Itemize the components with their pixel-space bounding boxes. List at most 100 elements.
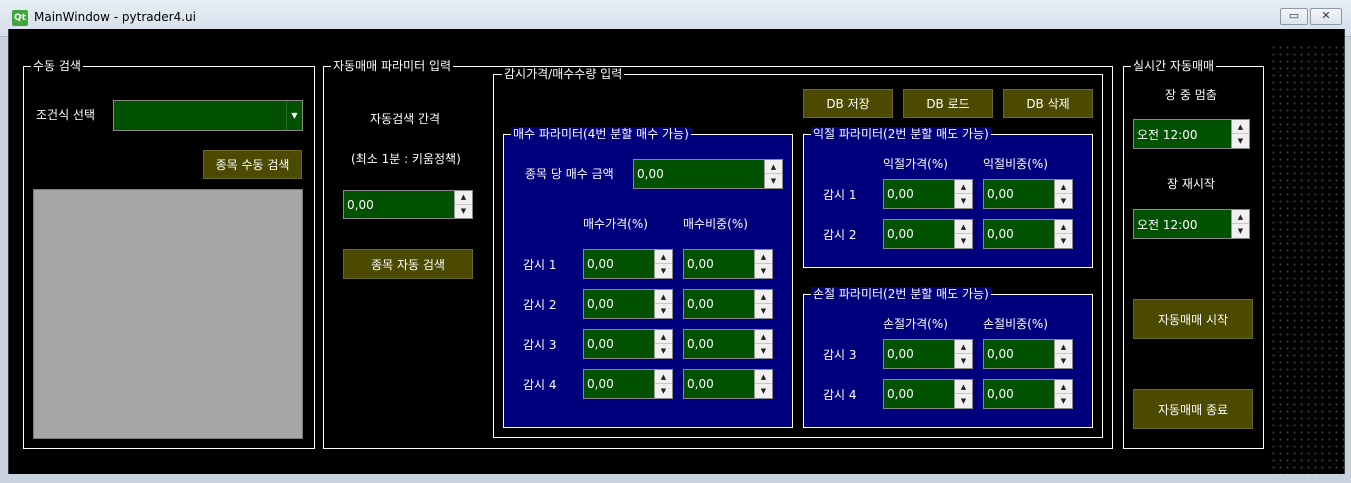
- chevron-down-icon[interactable]: ▼: [286, 101, 302, 130]
- spin-up-icon[interactable]: ▲: [1055, 220, 1072, 234]
- profit-row-1-weight-spinbox[interactable]: 0,00 ▲ ▼: [983, 179, 1073, 209]
- spin-down-icon[interactable]: ▼: [755, 264, 772, 278]
- spin-down-icon[interactable]: ▼: [1055, 194, 1072, 208]
- interval-spinbox[interactable]: 0,00 ▲ ▼: [343, 190, 473, 219]
- spin-down-icon[interactable]: ▼: [765, 174, 782, 188]
- spin-down-icon[interactable]: ▼: [955, 194, 972, 208]
- auto-trade-start-button[interactable]: 자동매매 시작: [1133, 299, 1253, 339]
- loss-row-1-price-spinbox[interactable]: 0,00 ▲ ▼: [883, 339, 973, 369]
- loss-params-group-title: 손절 파라미터(2번 분할 매도 가능): [811, 287, 991, 301]
- buy-amount-spinbox[interactable]: 0,00 ▲ ▼: [633, 159, 783, 189]
- spin-up-icon[interactable]: ▲: [655, 250, 672, 264]
- loss-row-1-price: 0,00: [887, 347, 914, 361]
- spin-down-icon[interactable]: ▼: [755, 384, 772, 398]
- stock-list[interactable]: [33, 189, 303, 439]
- db-load-button[interactable]: DB 로드: [903, 89, 993, 118]
- qt-logo-icon: Qt: [12, 10, 28, 26]
- profit-weight-header: 익절비중(%): [983, 157, 1048, 171]
- spin-down-icon[interactable]: ▼: [1055, 354, 1072, 368]
- spin-up-icon[interactable]: ▲: [955, 180, 972, 194]
- buy-row-2-price: 0,00: [587, 297, 614, 311]
- spin-down-icon[interactable]: ▼: [455, 205, 472, 219]
- spin-down-icon[interactable]: ▼: [755, 344, 772, 358]
- buy-row-3-price-spinbox[interactable]: 0,00 ▲ ▼: [583, 329, 673, 359]
- dotted-background: [1270, 44, 1346, 474]
- buy-row-1-price-spinbox[interactable]: 0,00 ▲ ▼: [583, 249, 673, 279]
- loss-row-2-price-spinbox[interactable]: 0,00 ▲ ▼: [883, 379, 973, 409]
- spin-down-icon[interactable]: ▼: [1232, 134, 1249, 148]
- profit-row-2-price: 0,00: [887, 227, 914, 241]
- spin-down-icon[interactable]: ▼: [1232, 224, 1249, 238]
- spin-up-icon[interactable]: ▲: [655, 290, 672, 304]
- buy-row-1-weight-spinbox[interactable]: 0,00 ▲ ▼: [683, 249, 773, 279]
- minimize-button[interactable]: ▭: [1280, 8, 1308, 25]
- restart-time-edit[interactable]: 오전 12:00 ▲ ▼: [1133, 209, 1250, 239]
- spin-up-icon[interactable]: ▲: [1055, 380, 1072, 394]
- profit-price-header: 익절가격(%): [883, 157, 948, 171]
- spin-down-icon[interactable]: ▼: [655, 344, 672, 358]
- pause-time-value: 오전 12:00: [1137, 127, 1198, 142]
- spin-down-icon[interactable]: ▼: [755, 304, 772, 318]
- auto-trade-stop-button[interactable]: 자동매매 종료: [1133, 389, 1253, 429]
- spin-up-icon[interactable]: ▲: [755, 290, 772, 304]
- status-bar: [8, 474, 1345, 483]
- buy-row-3-label: 감시 3: [523, 338, 557, 352]
- spin-up-icon[interactable]: ▲: [1232, 120, 1249, 134]
- spin-down-icon[interactable]: ▼: [955, 354, 972, 368]
- buy-row-4-price-spinbox[interactable]: 0,00 ▲ ▼: [583, 369, 673, 399]
- loss-row-1-weight-spinbox[interactable]: 0,00 ▲ ▼: [983, 339, 1073, 369]
- spin-up-icon[interactable]: ▲: [955, 220, 972, 234]
- spin-up-icon[interactable]: ▲: [1055, 180, 1072, 194]
- buy-row-2-weight: 0,00: [687, 297, 714, 311]
- spin-up-icon[interactable]: ▲: [955, 380, 972, 394]
- buy-row-1-label: 감시 1: [523, 258, 557, 272]
- buy-row-4-weight-spinbox[interactable]: 0,00 ▲ ▼: [683, 369, 773, 399]
- condition-combobox[interactable]: ▼: [113, 100, 303, 131]
- spin-up-icon[interactable]: ▲: [655, 330, 672, 344]
- spin-up-icon[interactable]: ▲: [1232, 210, 1249, 224]
- spin-up-icon[interactable]: ▲: [755, 250, 772, 264]
- profit-row-2-weight-spinbox[interactable]: 0,00 ▲ ▼: [983, 219, 1073, 249]
- loss-row-1-weight: 0,00: [987, 347, 1014, 361]
- loss-row-2-price: 0,00: [887, 387, 914, 401]
- profit-row-1-price-spinbox[interactable]: 0,00 ▲ ▼: [883, 179, 973, 209]
- buy-row-3-weight-spinbox[interactable]: 0,00 ▲ ▼: [683, 329, 773, 359]
- buy-row-2-weight-spinbox[interactable]: 0,00 ▲ ▼: [683, 289, 773, 319]
- spin-down-icon[interactable]: ▼: [1055, 394, 1072, 408]
- spin-up-icon[interactable]: ▲: [455, 191, 472, 205]
- interval-note: (최소 1분 : 키움정책): [351, 152, 461, 166]
- window-title: MainWindow - pytrader4.ui: [34, 10, 196, 24]
- interval-value: 0,00: [347, 197, 374, 212]
- interval-label: 자동검색 간격: [370, 112, 441, 126]
- spin-down-icon[interactable]: ▼: [655, 264, 672, 278]
- spin-down-icon[interactable]: ▼: [655, 384, 672, 398]
- db-delete-button[interactable]: DB 삭제: [1003, 89, 1093, 118]
- spin-up-icon[interactable]: ▲: [755, 370, 772, 384]
- auto-search-button[interactable]: 종목 자동 검색: [343, 249, 473, 279]
- manual-search-button[interactable]: 종목 수동 검색: [203, 150, 302, 179]
- buy-weight-header: 매수비중(%): [683, 217, 748, 231]
- profit-row-1-weight: 0,00: [987, 187, 1014, 201]
- profit-row-2-price-spinbox[interactable]: 0,00 ▲ ▼: [883, 219, 973, 249]
- profit-row-2-label: 감시 2: [823, 228, 857, 242]
- loss-price-header: 손절가격(%): [883, 317, 948, 331]
- buy-row-4-weight: 0,00: [687, 377, 714, 391]
- spin-up-icon[interactable]: ▲: [655, 370, 672, 384]
- close-button[interactable]: ✕: [1310, 8, 1342, 25]
- db-save-button[interactable]: DB 저장: [803, 89, 893, 118]
- spin-up-icon[interactable]: ▲: [765, 160, 782, 174]
- spin-up-icon[interactable]: ▲: [955, 340, 972, 354]
- loss-row-2-weight-spinbox[interactable]: 0,00 ▲ ▼: [983, 379, 1073, 409]
- spin-down-icon[interactable]: ▼: [1055, 234, 1072, 248]
- spin-up-icon[interactable]: ▲: [755, 330, 772, 344]
- spin-down-icon[interactable]: ▼: [955, 394, 972, 408]
- pause-time-edit[interactable]: 오전 12:00 ▲ ▼: [1133, 119, 1250, 149]
- spin-up-icon[interactable]: ▲: [1055, 340, 1072, 354]
- spin-down-icon[interactable]: ▼: [655, 304, 672, 318]
- spin-down-icon[interactable]: ▼: [955, 234, 972, 248]
- profit-row-2-weight: 0,00: [987, 227, 1014, 241]
- loss-row-2-label: 감시 4: [823, 388, 857, 402]
- buy-row-2-label: 감시 2: [523, 298, 557, 312]
- restart-time-value: 오전 12:00: [1137, 217, 1198, 232]
- buy-row-2-price-spinbox[interactable]: 0,00 ▲ ▼: [583, 289, 673, 319]
